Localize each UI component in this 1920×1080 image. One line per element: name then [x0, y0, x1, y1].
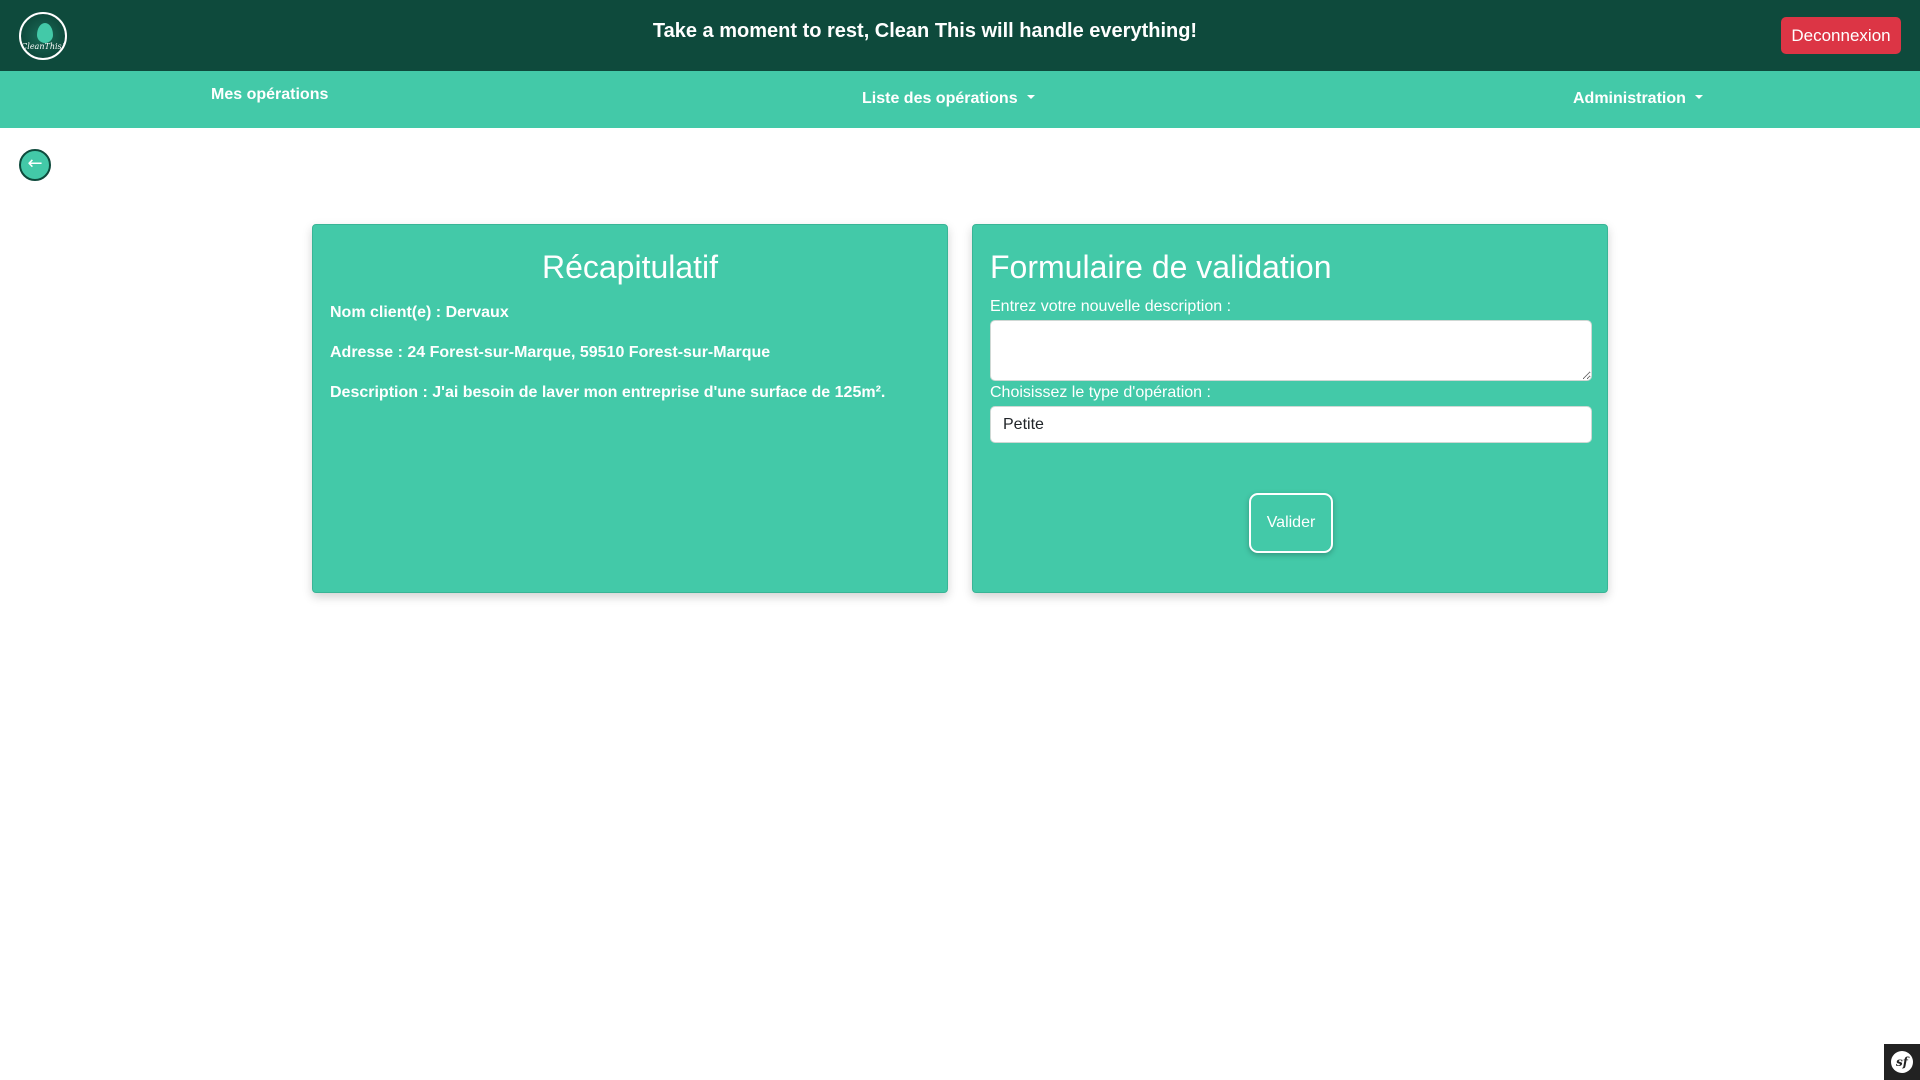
validate-button[interactable]: Valider	[1249, 493, 1333, 553]
logout-button[interactable]: Deconnexion	[1781, 17, 1901, 54]
nav-administration-dropdown[interactable]: Administration	[1573, 90, 1703, 108]
back-button[interactable]: ←	[19, 149, 51, 181]
top-header: CleanThis! Take a moment to rest, Clean …	[0, 0, 1920, 71]
validation-form-card: Formulaire de validation Entrez votre no…	[972, 224, 1608, 593]
header-tagline: Take a moment to rest, Clean This will h…	[652, 20, 1198, 42]
operation-type-selected-value: Petite	[1003, 416, 1044, 433]
client-address: Adresse : 24 Forest-sur-Marque, 59510 Fo…	[330, 344, 771, 361]
description-label: Entrez votre nouvelle description :	[990, 298, 1232, 315]
logo-text: CleanThis!	[21, 42, 65, 51]
symfony-debug-toolbar-toggle[interactable]: sf	[1884, 1044, 1920, 1080]
caret-down-icon	[1026, 94, 1035, 99]
nav-my-operations-label: Mes opérations	[211, 86, 329, 103]
arrow-left-icon: ←	[27, 153, 43, 174]
operation-description: Description : J'ai besoin de laver mon e…	[330, 384, 886, 401]
operation-type-label: Choisissez le type d'opération :	[990, 384, 1211, 401]
summary-card: Récapitulatif Nom client(e) : Dervaux Ad…	[312, 224, 948, 593]
caret-down-icon	[1694, 94, 1703, 99]
main-navbar: Mes opérations Liste des opérations Admi…	[0, 71, 1920, 128]
symfony-icon: sf	[1891, 1051, 1913, 1073]
nav-administration-label: Administration	[1573, 90, 1686, 107]
description-textarea[interactable]	[990, 320, 1592, 381]
nav-operations-list-dropdown[interactable]: Liste des opérations	[862, 90, 1035, 108]
nav-my-operations[interactable]: Mes opérations	[211, 86, 328, 104]
summary-title: Récapitulatif	[541, 249, 719, 285]
validation-form-title: Formulaire de validation	[990, 249, 1332, 285]
nav-operations-list-label: Liste des opérations	[862, 90, 1018, 107]
client-name: Nom client(e) : Dervaux	[330, 304, 509, 321]
operation-type-select[interactable]: Petite	[990, 406, 1592, 443]
